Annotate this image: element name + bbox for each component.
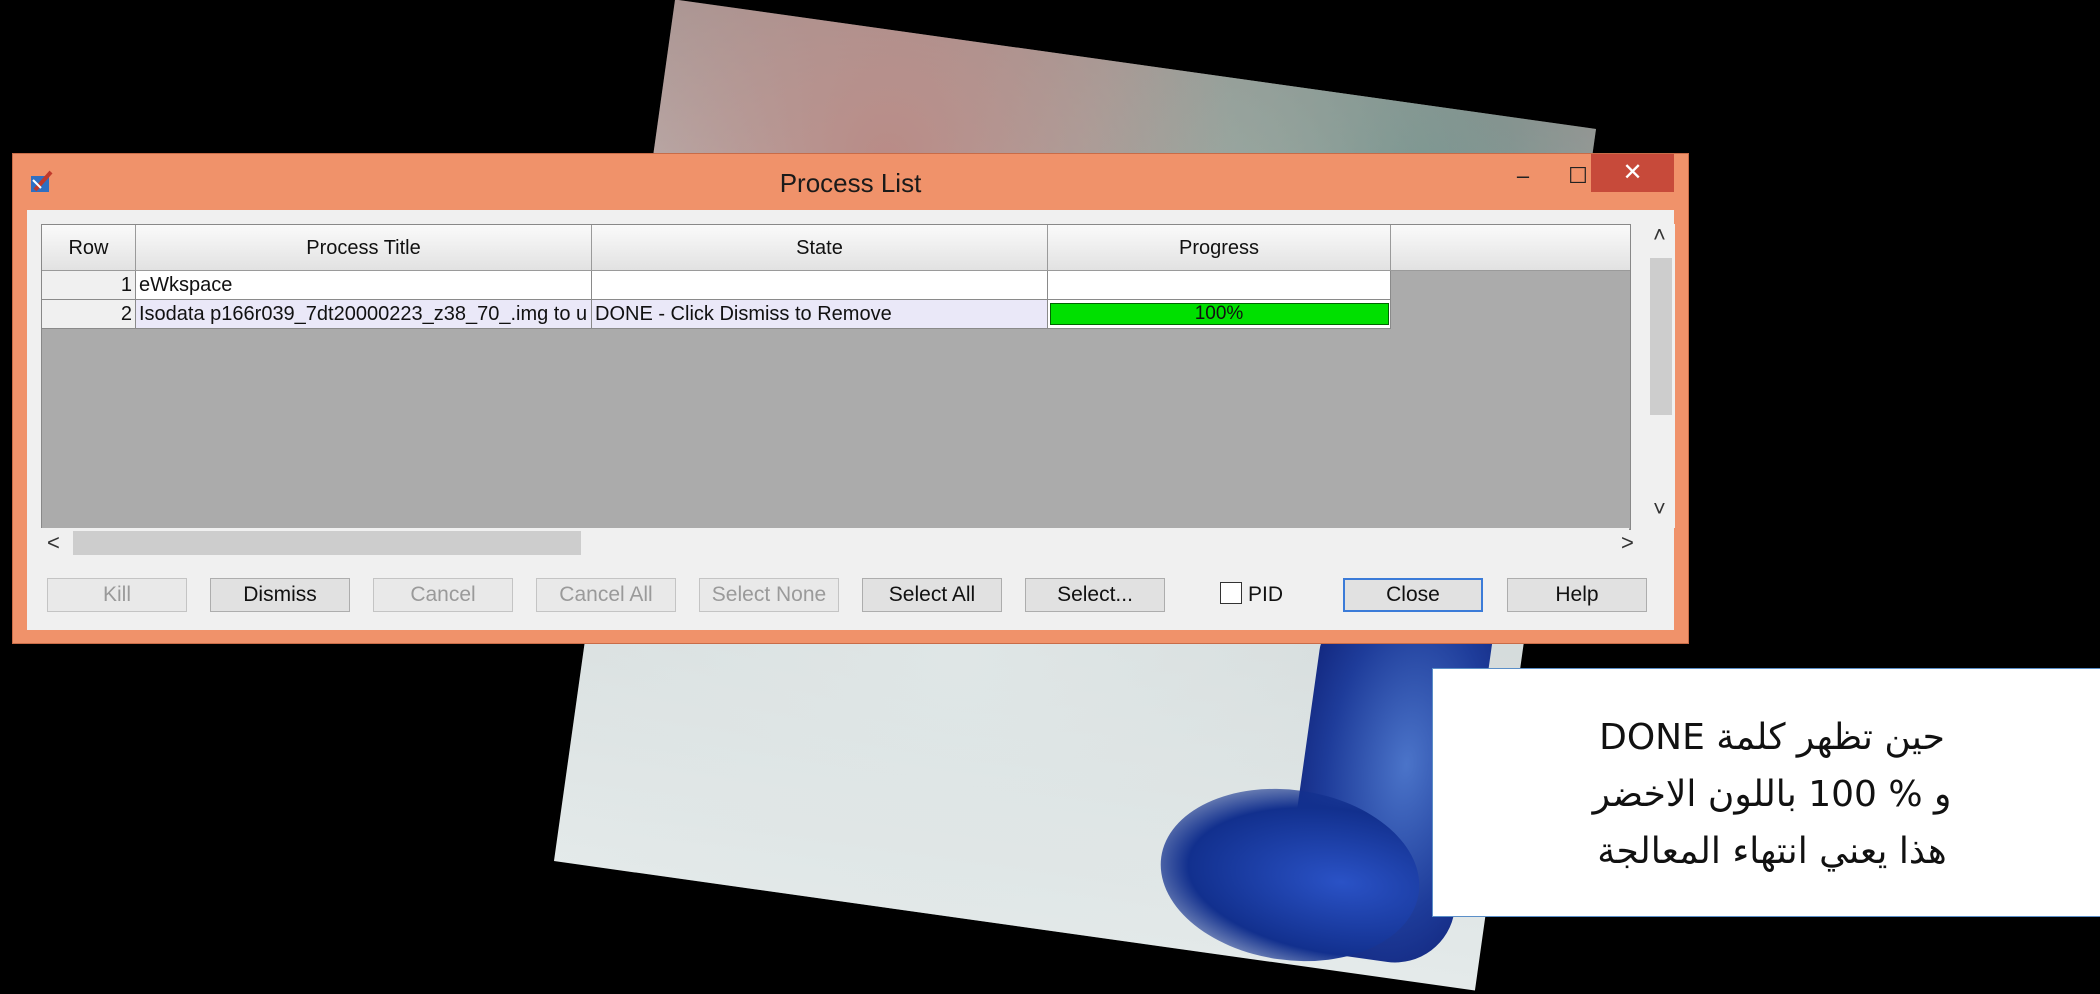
- close-button[interactable]: Close: [1343, 578, 1483, 612]
- dismiss-button[interactable]: Dismiss: [210, 578, 350, 612]
- column-header-progress[interactable]: Progress: [1048, 225, 1391, 271]
- pid-label: PID: [1248, 583, 1284, 606]
- column-header-state[interactable]: State: [592, 225, 1048, 271]
- window-client: Row Process Title State Progress 1 eWksp…: [27, 210, 1675, 630]
- scroll-left-icon[interactable]: <: [47, 530, 60, 556]
- horizontal-scrollbar[interactable]: < >: [41, 528, 1634, 558]
- process-list-window: Process List ‒ ☐ ✕ Row Process Title Sta…: [12, 153, 1689, 644]
- annotation-box: حين تظهر كلمة DONE و % 100 باللون الاخضر…: [1432, 668, 2100, 917]
- table-cell-title[interactable]: Isodata p166r039_7dt20000223_z38_70_.img…: [136, 300, 592, 329]
- close-window-button[interactable]: ✕: [1591, 154, 1674, 192]
- vertical-scrollbar[interactable]: ˄ ˅: [1647, 222, 1675, 528]
- checkbox-icon[interactable]: [1220, 582, 1242, 604]
- select-none-button[interactable]: Select None: [699, 578, 839, 612]
- annotation-line-1: حين تظهر كلمة DONE: [1599, 717, 1945, 758]
- window-title: Process List: [779, 168, 922, 198]
- minimize-button[interactable]: ‒: [1498, 157, 1548, 197]
- table-row-number[interactable]: 2: [42, 300, 136, 329]
- select-button[interactable]: Select...: [1025, 578, 1165, 612]
- table-cell-progress[interactable]: [1048, 271, 1391, 300]
- column-header-row[interactable]: Row: [42, 225, 136, 271]
- annotation-line-2: و % 100 باللون الاخضر: [1592, 774, 1952, 815]
- pid-checkbox[interactable]: PID: [1220, 582, 1283, 607]
- horizontal-scroll-thumb[interactable]: [73, 531, 581, 555]
- scroll-up-icon[interactable]: ˄: [1653, 222, 1666, 248]
- annotation-line-3: هذا يعني انتهاء المعالجة: [1597, 831, 1947, 872]
- vertical-scroll-thumb[interactable]: [1650, 258, 1672, 415]
- table-cell-state[interactable]: DONE - Click Dismiss to Remove: [592, 300, 1048, 329]
- table-row-number[interactable]: 1: [42, 271, 136, 300]
- cancel-all-button[interactable]: Cancel All: [536, 578, 676, 612]
- help-button[interactable]: Help: [1507, 578, 1647, 612]
- table-cell-title[interactable]: eWkspace: [136, 271, 592, 300]
- table-cell-progress[interactable]: 100%: [1048, 300, 1391, 329]
- cancel-button[interactable]: Cancel: [373, 578, 513, 612]
- column-header-process-title[interactable]: Process Title: [136, 225, 592, 271]
- select-all-button[interactable]: Select All: [862, 578, 1002, 612]
- scroll-down-icon[interactable]: ˅: [1653, 496, 1666, 522]
- table-cell-state[interactable]: [592, 271, 1048, 300]
- scroll-right-icon[interactable]: >: [1621, 530, 1634, 556]
- title-bar[interactable]: Process List ‒ ☐ ✕: [13, 154, 1688, 208]
- progress-label: 100%: [1194, 303, 1244, 324]
- process-table: Row Process Title State Progress 1 eWksp…: [41, 224, 1631, 530]
- column-header-empty: [1391, 225, 1630, 271]
- kill-button[interactable]: Kill: [47, 578, 187, 612]
